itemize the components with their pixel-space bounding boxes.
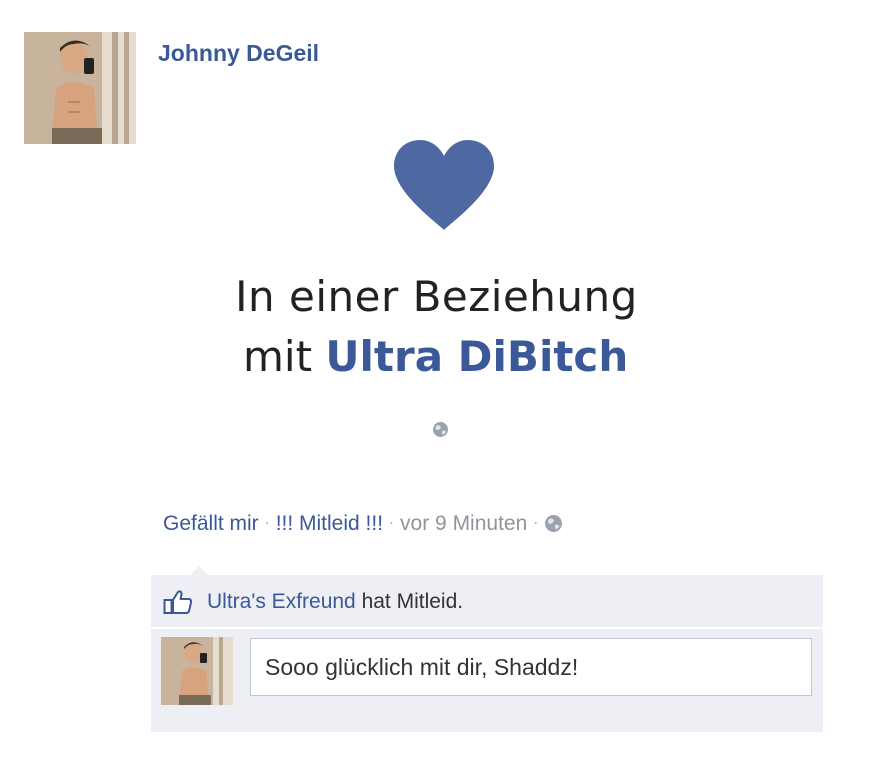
liker-link[interactable]: Ultra's Exfreund (207, 590, 356, 613)
pity-link[interactable]: !!! Mitleid !!! (276, 512, 383, 535)
relationship-status-text: In einer Beziehung (235, 272, 638, 321)
comment-input[interactable] (250, 638, 812, 696)
separator: · (533, 514, 539, 531)
thumbs-up-icon[interactable] (163, 589, 193, 615)
post-action-bar: Gefällt mir · !!! Mitleid !!! · vor 9 Minute… (163, 512, 563, 536)
like-link[interactable]: Gefällt mir (163, 512, 259, 535)
like-summary: Ultra's Exfreund hat Mitleid. (207, 590, 463, 614)
separator: · (389, 514, 395, 531)
globe-icon[interactable] (544, 514, 563, 533)
heart-icon (394, 140, 494, 230)
author-avatar[interactable] (24, 32, 136, 144)
globe-icon[interactable] (432, 421, 449, 438)
timestamp-link[interactable]: vor 9 Minuten (400, 512, 527, 535)
relationship-partner-line: mit Ultra DiBitch (243, 332, 628, 381)
feedback-notch (190, 566, 208, 575)
author-name-link[interactable]: Johnny DeGeil (158, 40, 319, 67)
partner-name-link[interactable]: Ultra DiBitch (325, 332, 628, 381)
liked-text: hat Mitleid. (355, 590, 464, 613)
relationship-status: In einer Beziehung (0, 272, 873, 321)
commenter-avatar[interactable] (161, 637, 233, 705)
partner-prefix: mit (243, 332, 313, 381)
separator: · (264, 514, 270, 531)
